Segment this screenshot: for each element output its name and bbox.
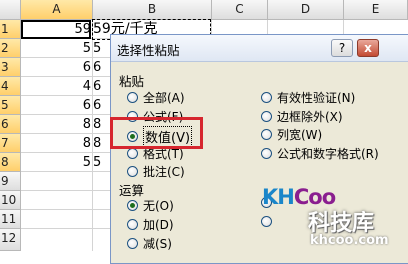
- row-header-7[interactable]: 7: [0, 134, 21, 153]
- operation-option-right-2[interactable]: [261, 216, 277, 227]
- cell-b5[interactable]: 6: [93, 96, 101, 115]
- option-label: 列宽(W): [277, 128, 323, 142]
- column-header-a[interactable]: A: [21, 0, 93, 20]
- cell-b3[interactable]: 6: [93, 58, 101, 77]
- row-header-3[interactable]: 3: [0, 58, 21, 77]
- paste-option-comments[interactable]: 批注(C): [127, 163, 185, 180]
- row-header-5[interactable]: 5: [0, 96, 21, 115]
- row-header-2[interactable]: 2: [0, 39, 21, 58]
- row-header-8[interactable]: 8: [0, 153, 21, 172]
- option-label: 加(D): [143, 218, 174, 232]
- cell-a3[interactable]: 6: [21, 58, 91, 77]
- cell-a8[interactable]: 5: [21, 153, 91, 172]
- cell-a5[interactable]: 6: [21, 96, 91, 115]
- radio-icon: [127, 219, 138, 230]
- row-header-1[interactable]: 1: [0, 20, 21, 39]
- row-header-4[interactable]: 4: [0, 77, 21, 96]
- cell-a6[interactable]: 8: [21, 115, 91, 134]
- cell-b2[interactable]: 5: [93, 39, 101, 58]
- operation-option-subtract[interactable]: 减(S): [127, 235, 172, 252]
- column-header-d[interactable]: D: [268, 0, 344, 20]
- row-header-9[interactable]: 9: [0, 172, 21, 191]
- column-header-b[interactable]: B: [93, 0, 212, 20]
- logo-part: KH: [262, 185, 295, 209]
- cell-a2[interactable]: 5: [21, 39, 91, 58]
- option-label: 边框除外(X): [277, 110, 343, 124]
- option-label: 有效性验证(N): [277, 91, 356, 105]
- cell-b6[interactable]: 8: [93, 115, 101, 134]
- close-button[interactable]: x: [357, 39, 379, 57]
- row-header-11[interactable]: 11: [0, 210, 21, 229]
- active-cell-border: [21, 20, 91, 39]
- option-label: 批注(C): [143, 165, 185, 179]
- radio-icon: [261, 129, 272, 140]
- help-button[interactable]: ?: [331, 39, 353, 57]
- cell-b8[interactable]: 5: [93, 153, 101, 172]
- cell-b4[interactable]: 6: [93, 77, 101, 96]
- paste-option-all[interactable]: 全部(A): [127, 89, 185, 106]
- watermark-url: khcoo.com: [310, 233, 389, 248]
- select-all-corner[interactable]: [0, 0, 21, 20]
- cell-a4[interactable]: 4: [21, 77, 91, 96]
- radio-icon: [261, 216, 272, 227]
- paste-option-validation[interactable]: 有效性验证(N): [261, 89, 355, 106]
- option-label: 公式和数字格式(R): [277, 147, 379, 161]
- dialog-title-bar[interactable]: 选择性粘贴 ? x: [111, 35, 408, 62]
- cell-a7[interactable]: 8: [21, 134, 91, 153]
- radio-icon: [127, 238, 138, 249]
- radio-icon: [261, 148, 272, 159]
- paste-option-except-borders[interactable]: 边框除外(X): [261, 108, 343, 125]
- row-header-12[interactable]: 12: [0, 229, 21, 251]
- paste-option-column-widths[interactable]: 列宽(W): [261, 126, 322, 143]
- radio-icon: [127, 166, 138, 177]
- dialog-title: 选择性粘贴: [117, 43, 180, 58]
- highlight-annotation-box: [110, 117, 203, 149]
- radio-selected-icon: [127, 200, 138, 211]
- column-header-e[interactable]: E: [344, 0, 408, 20]
- radio-icon: [127, 148, 138, 159]
- cell-b7[interactable]: 8: [93, 134, 101, 153]
- operation-option-none[interactable]: 无(O): [127, 197, 174, 214]
- option-label: 全部(A): [143, 91, 185, 105]
- operation-option-add[interactable]: 加(D): [127, 216, 174, 233]
- paste-option-formulas-number-formats[interactable]: 公式和数字格式(R): [261, 145, 379, 162]
- column-header-c[interactable]: C: [212, 0, 268, 20]
- option-label: 无(O): [143, 199, 174, 213]
- row-header-6[interactable]: 6: [0, 115, 21, 134]
- option-label: 减(S): [143, 237, 172, 251]
- row-header-10[interactable]: 10: [0, 191, 21, 210]
- radio-icon: [261, 111, 272, 122]
- radio-icon: [127, 92, 138, 103]
- radio-icon: [261, 92, 272, 103]
